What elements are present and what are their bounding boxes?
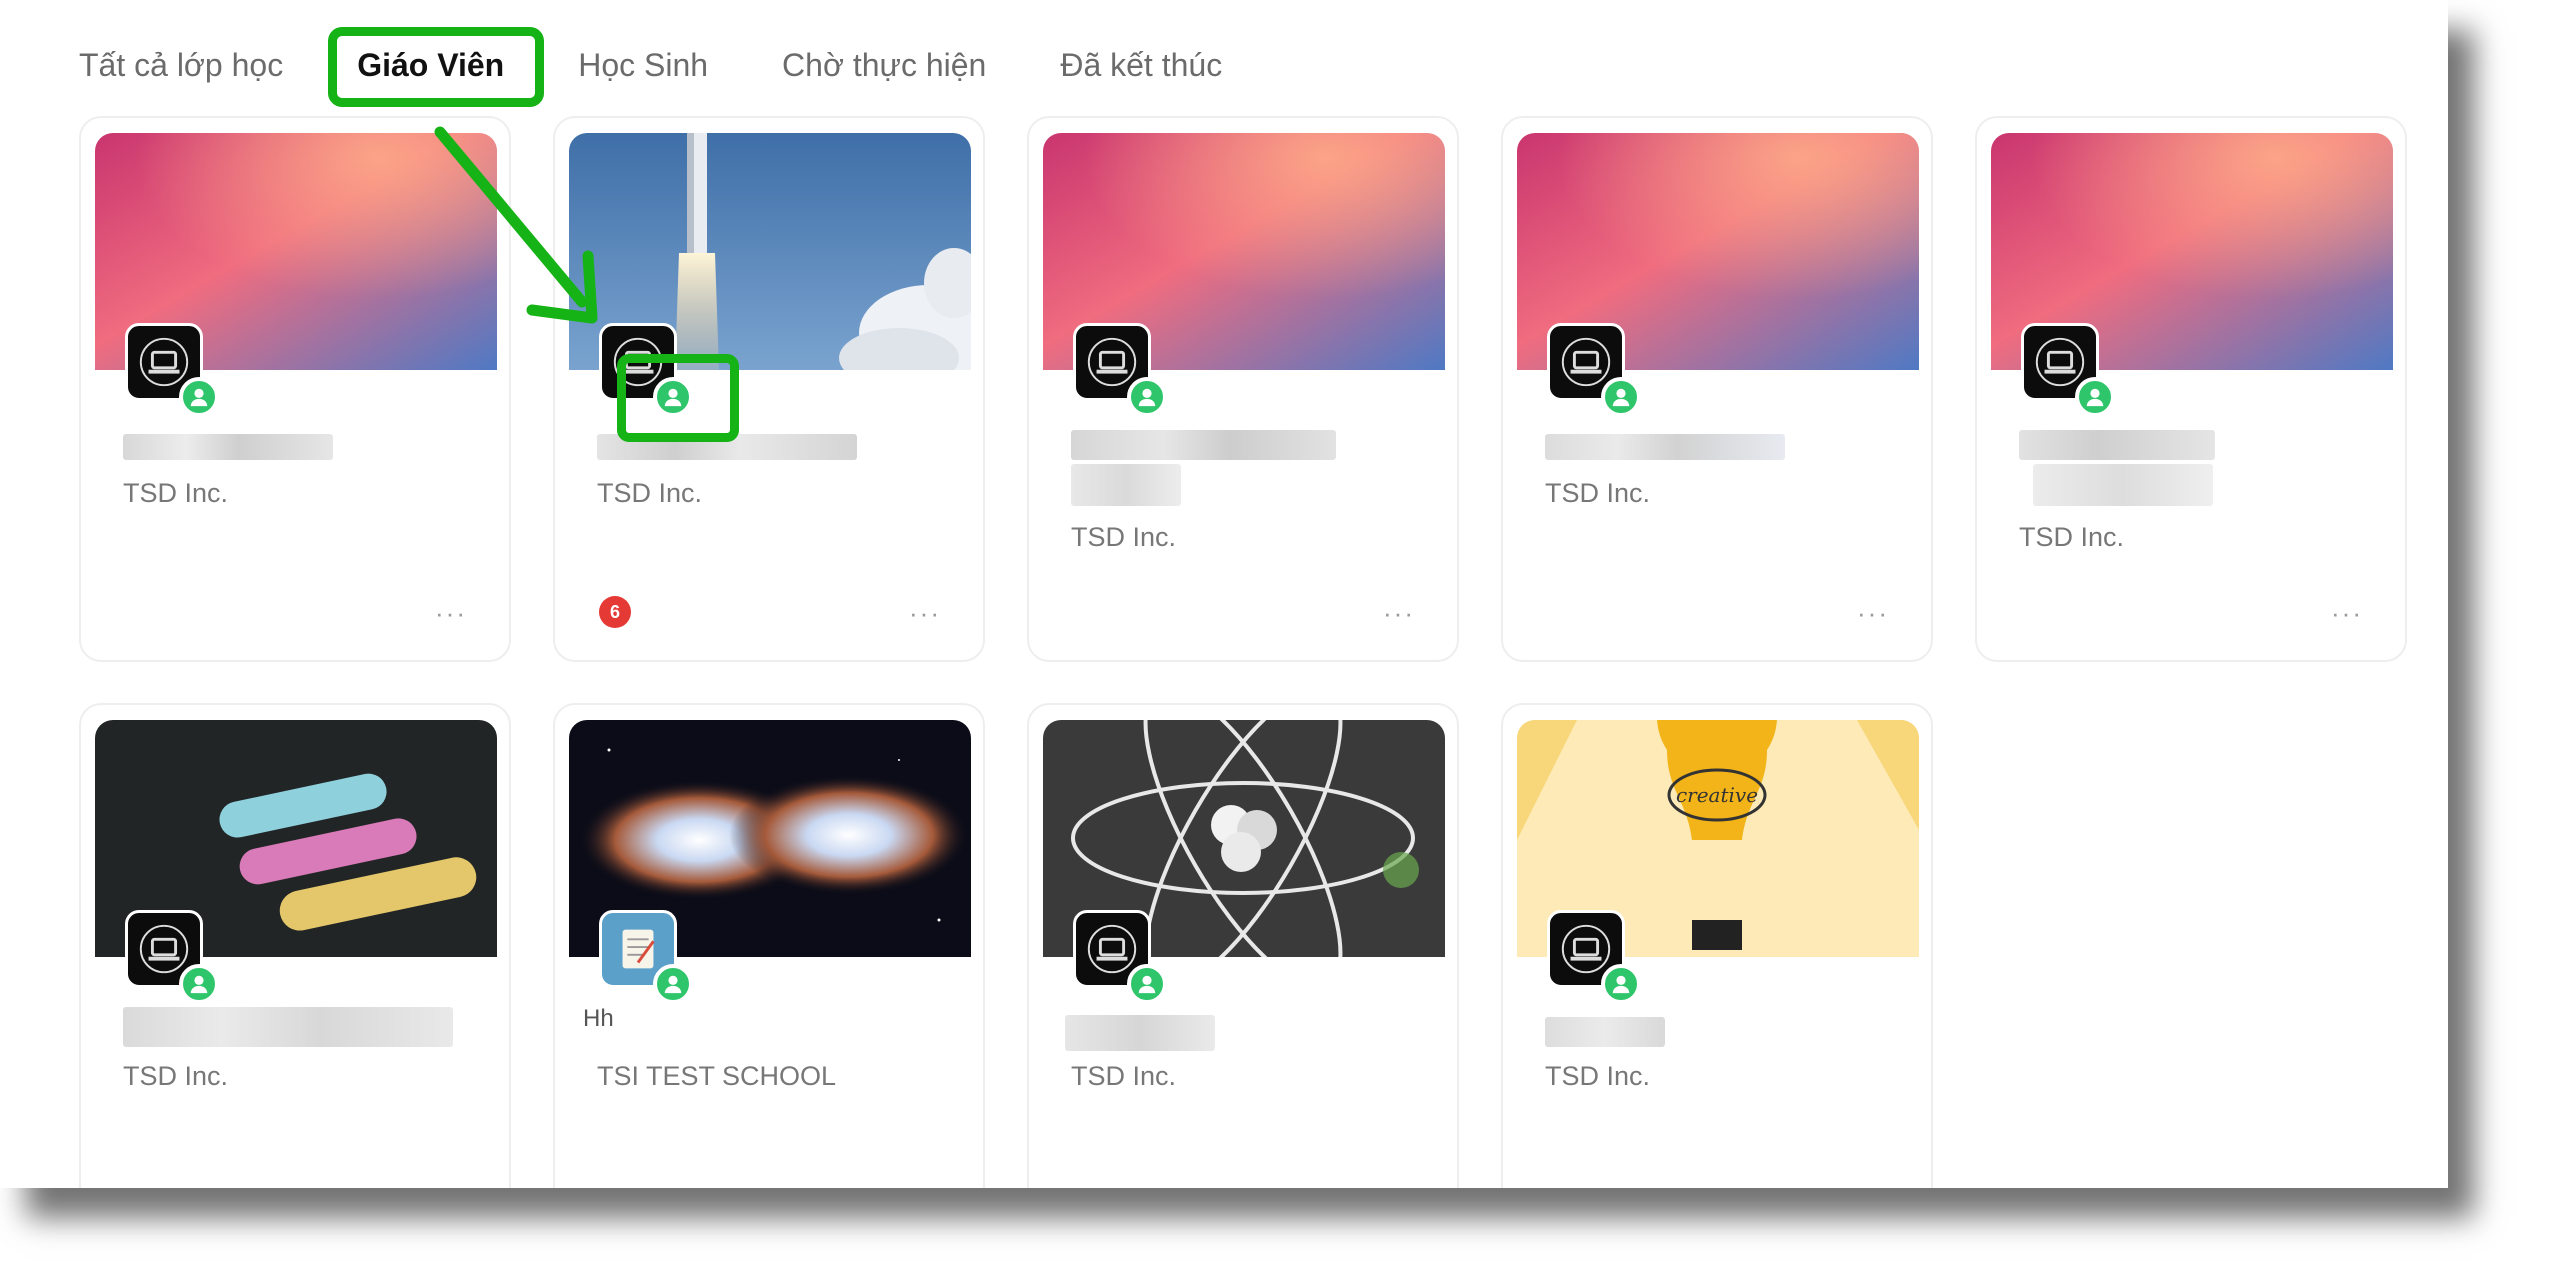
class-filter-tabs: Tất cả lớp học Giáo Viên Học Sinh Chờ th…: [79, 40, 1296, 90]
tab-finished[interactable]: Đã kết thúc: [1060, 47, 1222, 84]
teacher-icon: [1601, 377, 1641, 417]
organization-name: TSD Inc.: [1071, 522, 1177, 552]
class-card[interactable]: TSD Inc. ···: [1501, 116, 1933, 662]
class-name-redacted: [1071, 430, 1336, 460]
class-name-redacted: [1545, 434, 1785, 460]
organization-name: TSD Inc.: [123, 1061, 229, 1091]
organization-name: TSD Inc.: [2019, 522, 2125, 552]
tab-all-classes[interactable]: Tất cả lớp học: [79, 47, 283, 84]
teacher-icon: [179, 964, 219, 1004]
more-options-button[interactable]: ···: [435, 600, 467, 626]
organization-name: TSD Inc.: [1545, 1061, 1651, 1091]
creative-cover-text: creative: [1676, 783, 1758, 807]
class-card[interactable]: TSD Inc.: [1027, 703, 1459, 1188]
class-name-partial: Hh: [583, 1005, 614, 1032]
notification-count-badge: 6: [599, 596, 631, 628]
organization-name: TSD Inc.: [1545, 478, 1651, 508]
teacher-icon: [2075, 377, 2115, 417]
class-name-redacted: [2019, 430, 2215, 460]
class-name-redacted: [123, 1007, 453, 1047]
organization-name: TSD Inc.: [123, 478, 229, 508]
class-name-redacted: [1065, 1015, 1215, 1051]
class-name-redacted-line2: [2033, 464, 2213, 506]
more-options-button[interactable]: ···: [909, 600, 941, 626]
more-options-button[interactable]: ···: [2331, 600, 2363, 626]
class-card[interactable]: Hh TSI TEST SCHOOL: [553, 703, 985, 1188]
teacher-tab-highlight-box: [328, 27, 544, 107]
teacher-icon: [1127, 377, 1167, 417]
class-name-redacted: [123, 434, 333, 460]
teacher-icon: [653, 964, 693, 1004]
class-card[interactable]: TSD Inc. ···: [1975, 116, 2407, 662]
tab-pending[interactable]: Chờ thực hiện: [782, 47, 986, 84]
teacher-icon: [179, 377, 219, 417]
class-name-redacted: [1545, 1017, 1665, 1047]
class-card[interactable]: creative TSD Inc.: [1501, 703, 1933, 1188]
organization-name: TSD Inc.: [597, 478, 703, 508]
annotation-arrow: [434, 126, 598, 324]
class-card[interactable]: TSD Inc. ···: [1027, 116, 1459, 662]
more-options-button[interactable]: ···: [1383, 600, 1415, 626]
teacher-icon: [1601, 964, 1641, 1004]
teacher-badge-highlight-box: [617, 354, 739, 442]
class-list-screen: Tất cả lớp học Giáo Viên Học Sinh Chờ th…: [0, 0, 2448, 1188]
organization-name: TSI TEST SCHOOL: [597, 1061, 837, 1091]
teacher-icon: [1127, 964, 1167, 1004]
class-card[interactable]: TSD Inc.: [79, 703, 511, 1188]
organization-name: TSD Inc.: [1071, 1061, 1177, 1091]
more-options-button[interactable]: ···: [1857, 600, 1889, 626]
class-name-redacted-line2: [1071, 464, 1181, 506]
tab-student[interactable]: Học Sinh: [578, 47, 708, 84]
